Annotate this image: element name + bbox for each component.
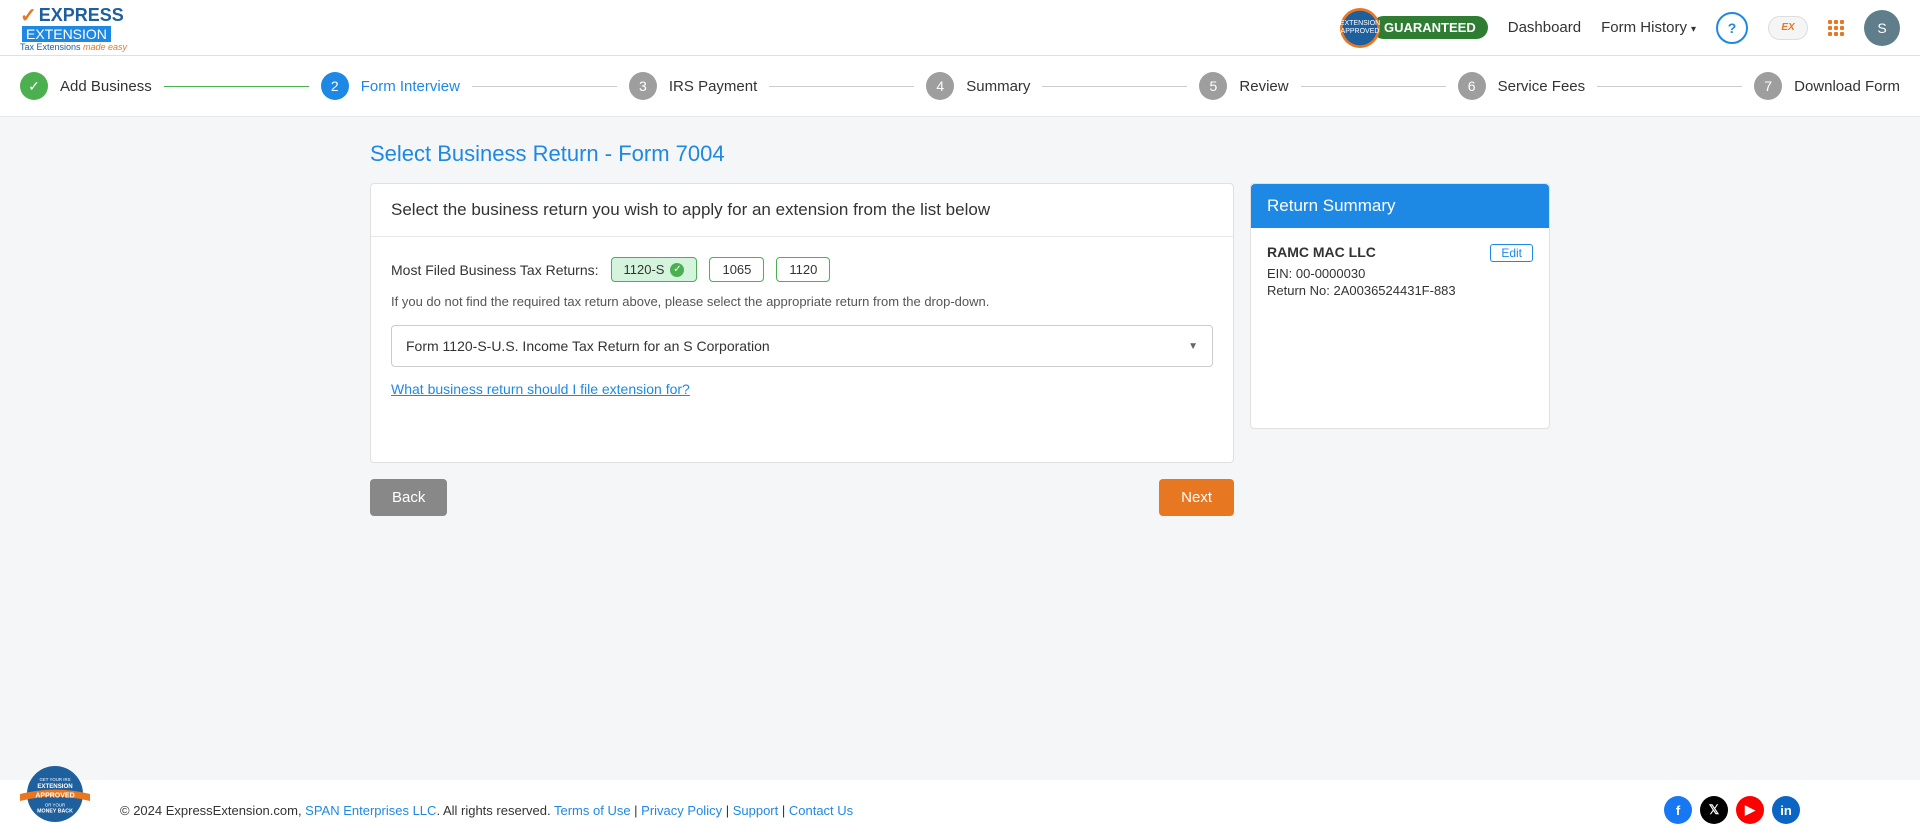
step-label: Download Form [1794, 78, 1900, 95]
logo-name1: EXPRESS [39, 5, 124, 26]
summary-return-no: Return No: 2A0036524431F-883 [1267, 283, 1533, 298]
footer-privacy-link[interactable]: Privacy Policy [641, 803, 722, 818]
step-number: 5 [1199, 72, 1227, 100]
nav-dashboard[interactable]: Dashboard [1508, 19, 1581, 36]
step-number: 3 [629, 72, 657, 100]
header-right: EXTENSION APPROVED GUARANTEED Dashboard … [1340, 8, 1900, 48]
select-return-card: Select the business return you wish to a… [370, 183, 1234, 463]
step-connector [769, 86, 914, 87]
summary-ein: EIN: 00-0000030 [1267, 266, 1533, 281]
step-label: Review [1239, 78, 1288, 95]
footer-copyright: © 2024 ExpressExtension.com, SPAN Enterp… [120, 803, 853, 818]
step-label: IRS Payment [669, 78, 757, 95]
footer-support-link[interactable]: Support [733, 803, 779, 818]
step-number: 2 [321, 72, 349, 100]
content-area: Select Business Return - Form 7004 Selec… [0, 117, 1920, 780]
progress-stepper: ✓ Add Business 2 Form Interview 3 IRS Pa… [0, 56, 1920, 117]
nav-form-history[interactable]: Form History▾ [1601, 19, 1696, 36]
summary-business-name: RAMC MAC LLC [1267, 244, 1376, 260]
apps-grid-icon[interactable] [1828, 20, 1844, 36]
page-title: Select Business Return - Form 7004 [370, 141, 1550, 167]
youtube-icon[interactable]: ▶ [1736, 796, 1764, 824]
step-label: Summary [966, 78, 1030, 95]
step-label: Add Business [60, 78, 152, 95]
guaranteed-badge: GUARANTEED [1372, 16, 1488, 39]
logo[interactable]: ✓ EXPRESS EXTENSION Tax Extensions made … [20, 3, 127, 52]
step-number: 4 [926, 72, 954, 100]
chevron-down-icon: ▼ [1188, 341, 1198, 352]
edit-business-button[interactable]: Edit [1490, 244, 1533, 262]
app-header: ✓ EXPRESS EXTENSION Tax Extensions made … [0, 0, 1920, 56]
step-check-icon: ✓ [20, 72, 48, 100]
step-connector [164, 86, 309, 87]
step-summary[interactable]: 4 Summary [926, 72, 1030, 100]
check-icon: ✓ [670, 263, 684, 277]
help-button[interactable]: ? [1716, 12, 1748, 44]
step-label: Form Interview [361, 78, 460, 95]
ex-toggle-button[interactable]: EX [1768, 16, 1808, 40]
step-label: Service Fees [1498, 78, 1586, 95]
user-avatar[interactable]: S [1864, 10, 1900, 46]
page-footer: © 2024 ExpressExtension.com, SPAN Enterp… [0, 780, 1920, 840]
step-connector [472, 86, 617, 87]
step-form-interview[interactable]: 2 Form Interview [321, 72, 460, 100]
dropdown-hint: If you do not find the required tax retu… [391, 294, 1213, 309]
next-button[interactable]: Next [1159, 479, 1234, 516]
footer-terms-link[interactable]: Terms of Use [554, 803, 631, 818]
footer-contact-link[interactable]: Contact Us [789, 803, 853, 818]
logo-check-icon: ✓ [20, 3, 37, 28]
help-link-which-return[interactable]: What business return should I file exten… [391, 381, 690, 397]
logo-name2: EXTENSION [22, 26, 111, 42]
facebook-icon[interactable]: f [1664, 796, 1692, 824]
step-number: 6 [1458, 72, 1486, 100]
step-number: 7 [1754, 72, 1782, 100]
return-pill-1120s[interactable]: 1120-S ✓ [611, 257, 698, 282]
guaranteed-seal-icon: EXTENSION APPROVED [1340, 8, 1380, 48]
step-add-business[interactable]: ✓ Add Business [20, 72, 152, 100]
step-connector [1301, 86, 1446, 87]
return-pill-1120[interactable]: 1120 [776, 257, 830, 282]
step-review[interactable]: 5 Review [1199, 72, 1288, 100]
chevron-down-icon: ▾ [1691, 24, 1696, 35]
card-subtitle: Select the business return you wish to a… [371, 184, 1233, 237]
step-connector [1597, 86, 1742, 87]
logo-tagline: Tax Extensions made easy [20, 42, 127, 52]
step-connector [1042, 86, 1187, 87]
summary-title: Return Summary [1251, 184, 1549, 228]
footer-company-link[interactable]: SPAN Enterprises LLC [305, 803, 436, 818]
return-pill-1065[interactable]: 1065 [709, 257, 764, 282]
step-service-fees[interactable]: 6 Service Fees [1458, 72, 1586, 100]
return-type-select[interactable]: Form 1120-S-U.S. Income Tax Return for a… [391, 325, 1213, 367]
linkedin-icon[interactable]: in [1772, 796, 1800, 824]
back-button[interactable]: Back [370, 479, 447, 516]
step-download-form[interactable]: 7 Download Form [1754, 72, 1900, 100]
most-filed-label: Most Filed Business Tax Returns: [391, 262, 599, 278]
return-summary-card: Return Summary RAMC MAC LLC Edit EIN: 00… [1250, 183, 1550, 429]
x-twitter-icon[interactable]: 𝕏 [1700, 796, 1728, 824]
step-irs-payment[interactable]: 3 IRS Payment [629, 72, 757, 100]
